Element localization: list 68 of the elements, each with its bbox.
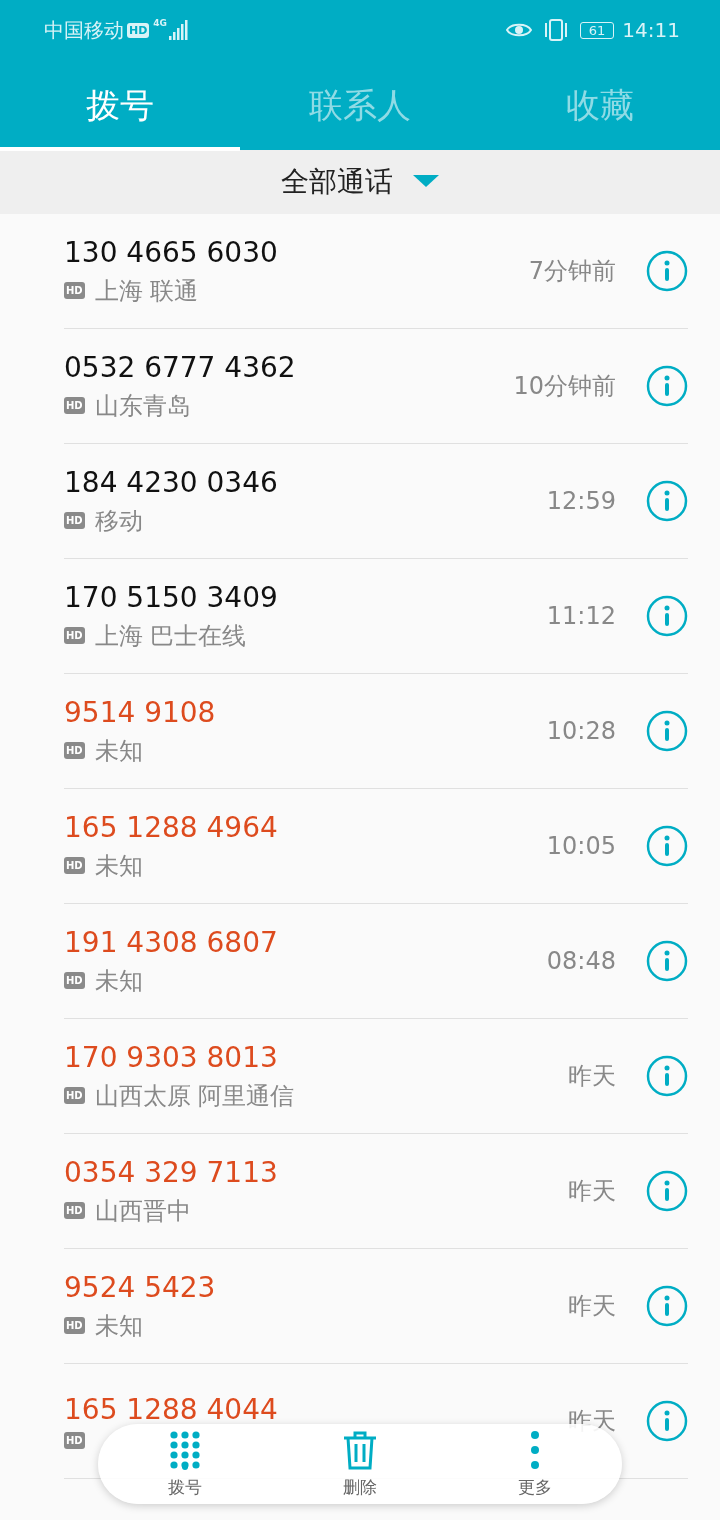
- call-time: 昨天: [568, 1291, 616, 1322]
- phone-number: 165 1288 4044: [64, 1393, 279, 1426]
- hd-badge: HD: [64, 857, 85, 874]
- hd-badge: HD: [64, 972, 85, 989]
- info-icon[interactable]: [646, 1400, 688, 1442]
- info-icon[interactable]: [646, 710, 688, 752]
- hd-badge: HD: [64, 1317, 85, 1334]
- caller-location: 未知: [94, 735, 143, 767]
- call-time: 昨天: [568, 1061, 616, 1092]
- phone-number: 170 9303 8013: [64, 1040, 279, 1074]
- caller-location: 上海 联通: [94, 275, 199, 307]
- call-time: 10:05: [546, 832, 616, 860]
- phone-number: 184 4230 0346: [64, 465, 279, 499]
- hd-badge: HD: [64, 397, 85, 414]
- dialpad-icon: [169, 1429, 202, 1470]
- hd-badge: HD: [64, 1202, 85, 1219]
- hd-badge: HD: [64, 1432, 85, 1449]
- info-icon[interactable]: [646, 365, 688, 407]
- phone-number: 9514 9108: [64, 695, 217, 729]
- more-icon: [529, 1429, 540, 1470]
- info-icon[interactable]: [646, 250, 688, 292]
- phone-number: 170 5150 3409: [64, 580, 279, 614]
- trash-icon: [342, 1429, 378, 1470]
- phone-number: 0354 329 7113: [64, 1155, 279, 1189]
- network-type: 4G: [153, 18, 167, 28]
- hd-badge: HD: [64, 627, 85, 644]
- caller-location: 山西太原 阿里通信: [94, 1080, 295, 1112]
- hd-badge: HD: [64, 1087, 85, 1104]
- clock-time: 14:11: [622, 18, 680, 42]
- call-time: 10分钟前: [513, 371, 616, 402]
- info-icon[interactable]: [646, 1170, 688, 1212]
- dropdown-caret-icon[interactable]: [413, 175, 439, 189]
- eye-icon: [505, 21, 532, 39]
- call-time: 7分钟前: [528, 256, 616, 287]
- signal-icon: [169, 20, 189, 40]
- call-time: 10:28: [546, 717, 616, 745]
- info-icon[interactable]: [646, 825, 688, 867]
- hd-badge: HD: [64, 742, 85, 759]
- carrier-name: 中国移动: [44, 16, 124, 44]
- caller-location: 未知: [94, 850, 143, 882]
- caller-location: 未知: [94, 965, 143, 997]
- call-time: 12:59: [546, 487, 616, 515]
- call-time: 昨天: [568, 1176, 616, 1207]
- hd-badge: HD: [64, 282, 85, 299]
- info-icon[interactable]: [646, 940, 688, 982]
- hd-badge: HD: [64, 512, 85, 529]
- call-time: 08:48: [546, 947, 616, 975]
- phone-number: 130 4665 6030: [64, 235, 279, 269]
- phone-number: 9524 5423: [64, 1270, 217, 1304]
- phone-number: 191 4308 6807: [64, 925, 279, 959]
- info-icon[interactable]: [646, 1285, 688, 1327]
- battery-level: 61: [579, 21, 615, 39]
- caller-location: 山东青岛: [94, 390, 191, 422]
- caller-location: 山西晋中: [94, 1195, 191, 1227]
- call-time: 11:12: [546, 602, 616, 630]
- info-icon[interactable]: [646, 595, 688, 637]
- phone-number: 0532 6777 4362: [64, 350, 297, 384]
- delete-button[interactable]: 删除: [272, 1424, 448, 1504]
- hd-indicator: HD: [127, 22, 150, 38]
- caller-location: 移动: [94, 505, 143, 537]
- dialpad-button[interactable]: 拨号: [98, 1424, 273, 1504]
- call-filter-dropdown[interactable]: 全部通话: [281, 163, 393, 201]
- caller-location: 未知: [94, 1310, 143, 1342]
- call-time: 昨天: [568, 1406, 616, 1437]
- info-icon[interactable]: [646, 480, 688, 522]
- caller-location: 上海 巴士在线: [94, 620, 247, 652]
- phone-number: 165 1288 4964: [64, 810, 279, 844]
- info-icon[interactable]: [646, 1055, 688, 1097]
